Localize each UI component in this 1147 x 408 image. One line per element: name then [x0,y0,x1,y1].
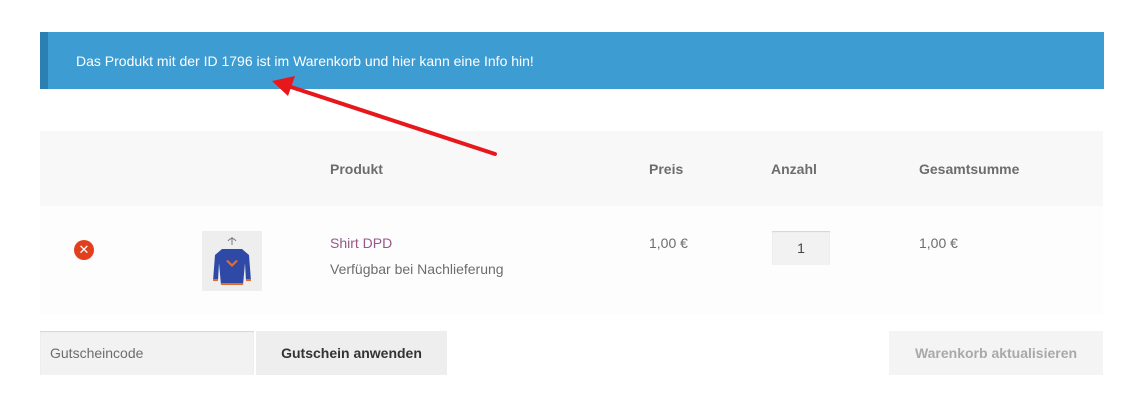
cart-table: Produkt Preis Anzahl Gesamtsumme ✕ Shirt… [40,131,1103,314]
row-total: 1,00 € [919,235,958,251]
product-thumbnail[interactable] [202,231,262,291]
quantity-input[interactable] [772,231,830,265]
header-quantity: Anzahl [771,161,817,177]
table-header: Produkt Preis Anzahl Gesamtsumme [40,131,1103,206]
header-price: Preis [649,161,684,177]
remove-circle-icon[interactable]: ✕ [74,240,94,260]
coupon-code-input[interactable] [40,331,254,375]
info-notice: Das Produkt mit der ID 1796 ist im Waren… [40,32,1104,89]
table-row: ✕ Shirt DPD Verfügbar bei Nachlieferung … [40,206,1103,314]
product-name-link[interactable]: Shirt DPD [330,235,392,251]
notice-text: Das Produkt mit der ID 1796 ist im Waren… [76,52,534,69]
product-price: 1,00 € [649,235,688,251]
header-total: Gesamtsumme [919,161,1020,177]
header-product: Produkt [330,161,383,177]
update-cart-button[interactable]: Warenkorb aktualisieren [889,331,1103,375]
apply-coupon-button[interactable]: Gutschein anwenden [256,331,447,375]
sweater-icon [202,231,262,291]
stock-status: Verfügbar bei Nachlieferung [330,261,504,277]
